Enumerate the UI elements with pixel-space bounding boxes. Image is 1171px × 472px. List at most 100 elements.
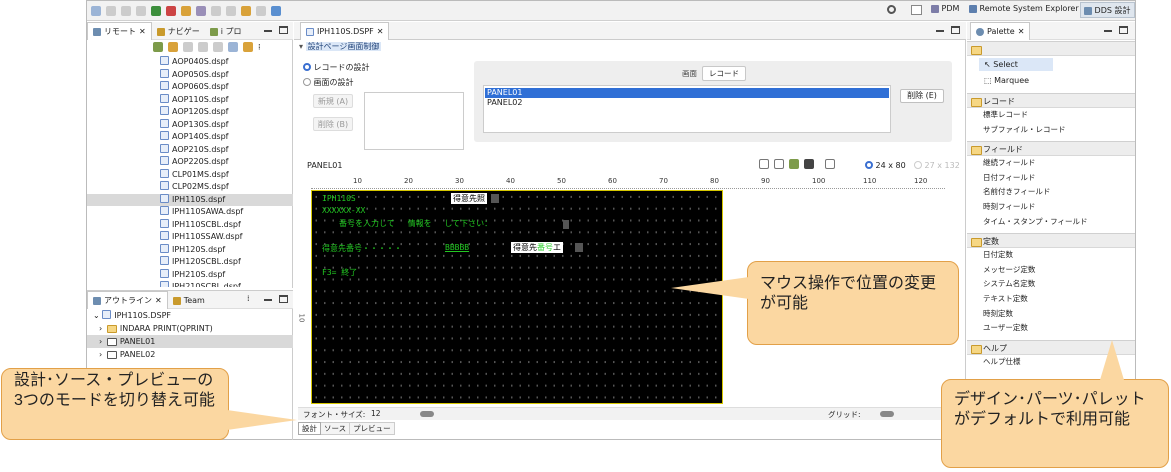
minimize-icon[interactable] xyxy=(936,30,944,32)
collapse-icon[interactable] xyxy=(228,42,238,52)
outline-child[interactable]: › INDARA PRINT(QPRINT) xyxy=(99,322,213,335)
new-icon[interactable] xyxy=(91,6,101,16)
palette-marquee-tool[interactable]: ⬚ Marquee xyxy=(979,74,1029,87)
section-header[interactable]: ▾ 設計ページ画面制御 xyxy=(299,41,382,52)
tab-outline[interactable]: アウトライン ✕ xyxy=(87,291,168,309)
save-icon[interactable] xyxy=(106,6,116,16)
screen-name-field[interactable]: 得意先番号エ xyxy=(511,242,563,253)
mode-tab-preview[interactable]: プレビュー xyxy=(350,422,395,435)
palette-select-tool[interactable]: ↖ Select xyxy=(979,58,1053,71)
screen-header-field[interactable]: 得意先照 xyxy=(451,193,487,204)
grid-tool-icon[interactable] xyxy=(804,159,814,169)
back-icon[interactable] xyxy=(241,6,251,16)
file-item[interactable]: CLP02MS.dspf xyxy=(87,181,293,194)
file-item[interactable]: AOP060S.dspf xyxy=(87,81,293,94)
file-item[interactable]: AOP130S.dspf xyxy=(87,118,293,132)
screen-date-field[interactable]: XXXXXX-XX xyxy=(322,206,365,215)
tab-palette[interactable]: Palette ✕ xyxy=(970,22,1031,40)
file-item[interactable]: AOP110S.dspf xyxy=(87,93,293,107)
minimize-icon[interactable] xyxy=(264,299,272,301)
file-item[interactable]: AOP050S.dspf xyxy=(87,68,293,82)
screen-list[interactable] xyxy=(364,92,464,150)
file-item[interactable]: IPH120S.dspf xyxy=(87,243,293,257)
rse-perspective[interactable]: Remote System Explorer xyxy=(969,4,1079,13)
run-icon[interactable] xyxy=(151,6,161,16)
palette-item[interactable]: タイム・スタンプ・フィールド xyxy=(967,215,1135,230)
record-item[interactable]: PANEL02 xyxy=(484,98,890,108)
file-item[interactable]: IPH110S.dspf xyxy=(87,193,293,206)
layout-tool-icon[interactable] xyxy=(825,159,835,169)
file-item[interactable]: AOP120S.dspf xyxy=(87,106,293,119)
file-item[interactable]: IPH110SAWA.dspf xyxy=(87,206,293,219)
mode-tab-source[interactable]: ソース xyxy=(321,422,351,435)
tools-icon[interactable] xyxy=(196,6,206,16)
forward-icon[interactable] xyxy=(256,6,266,16)
file-item[interactable]: CLP01MS.dspf xyxy=(87,168,293,182)
palette-item[interactable]: ユーザー定数 xyxy=(967,321,1135,336)
close-icon[interactable]: ✕ xyxy=(155,296,162,305)
file-item[interactable]: IPH110SCBL.dspf xyxy=(87,218,293,232)
radio-record-design[interactable]: レコードの設計 xyxy=(303,62,370,73)
open-perspective-icon[interactable] xyxy=(911,5,922,15)
delete-button[interactable]: 削除 (E) xyxy=(900,89,944,103)
tab-remote[interactable]: リモート ✕ xyxy=(87,22,152,40)
close-icon[interactable]: ✕ xyxy=(1018,27,1025,36)
pdm-perspective[interactable]: PDM xyxy=(931,4,959,13)
screen-code-field[interactable]: BBBBB xyxy=(445,243,469,252)
print-icon[interactable] xyxy=(136,6,146,16)
edit-icon[interactable] xyxy=(211,6,221,16)
palette-item[interactable]: サブファイル・レコード xyxy=(967,123,1135,138)
back-icon[interactable] xyxy=(183,42,193,52)
mode-tab-design[interactable]: 設計 xyxy=(298,422,321,435)
file-item[interactable]: IPH110SSAW.dspf xyxy=(87,231,293,244)
screen-code-label[interactable]: 得意先番号・・・・・ xyxy=(322,243,402,254)
palette-item[interactable]: メッセージ定数 xyxy=(967,263,1135,278)
palette-item[interactable]: システム名定数 xyxy=(967,277,1135,292)
palette-item[interactable]: 継続フィールド xyxy=(967,156,1135,171)
size-27x132-option[interactable]: 27 x 132 xyxy=(914,161,960,170)
file-item[interactable]: AOP220S.dspf xyxy=(87,156,293,169)
search-icon[interactable] xyxy=(887,5,896,14)
palette-item[interactable]: 標準レコード xyxy=(967,108,1135,123)
field-tool-icon[interactable] xyxy=(774,159,784,169)
file-item[interactable]: IPH210S.dspf xyxy=(87,268,293,282)
palette-section-header[interactable]: レコード xyxy=(967,93,1135,108)
maximize-icon[interactable] xyxy=(1119,26,1128,34)
file-item[interactable]: AOP210S.dspf xyxy=(87,143,293,157)
close-icon[interactable]: ✕ xyxy=(139,27,146,36)
link-icon[interactable] xyxy=(243,42,253,52)
outline-child-selected[interactable]: › PANEL01 xyxy=(87,335,293,348)
toggle-screen[interactable]: 画面 xyxy=(677,67,702,80)
file-item[interactable]: AOP040S.dspf xyxy=(87,56,293,69)
close-icon[interactable]: ✕ xyxy=(377,27,384,36)
toggle-record[interactable]: レコード xyxy=(702,66,746,81)
palette-section-header[interactable]: 定数 xyxy=(967,233,1135,249)
tab-iph110s[interactable]: IPH110S.DSPF ✕ xyxy=(300,22,390,40)
delete-left-button[interactable]: 削除 (B) xyxy=(313,117,353,131)
palette-item[interactable]: 日付定数 xyxy=(967,248,1135,263)
record-item-selected[interactable]: PANEL01 xyxy=(485,88,889,98)
format-tool-icon[interactable] xyxy=(789,159,799,169)
tab-iproject[interactable]: i プロ xyxy=(205,23,247,41)
add-button[interactable]: 新規 (A) xyxy=(313,94,353,108)
tab-navigator[interactable]: ナビゲー xyxy=(152,23,205,41)
maximize-icon[interactable] xyxy=(279,295,288,303)
select-tool-icon[interactable] xyxy=(759,159,769,169)
minimize-icon[interactable] xyxy=(1104,30,1112,32)
palette-item[interactable]: 日付フィールド xyxy=(967,171,1135,186)
file-item[interactable]: IPH210SCBL.dspf xyxy=(87,281,293,287)
file-item[interactable]: AOP140S.dspf xyxy=(87,131,293,144)
tab-team[interactable]: Team xyxy=(168,292,210,310)
up-icon[interactable] xyxy=(213,42,223,52)
screen-program-name[interactable]: IPH110S xyxy=(322,194,356,203)
screen-f3-label[interactable]: F3= 終了 xyxy=(322,267,357,278)
screen-instruction[interactable]: 番号を入力して 情報を して下さい： xyxy=(339,218,492,229)
refresh-icon[interactable] xyxy=(168,42,178,52)
outline-child[interactable]: › PANEL02 xyxy=(99,348,155,361)
palette-tools-header[interactable] xyxy=(967,41,1135,56)
wand-icon[interactable] xyxy=(181,6,191,16)
palette-item[interactable]: テキスト定数 xyxy=(967,292,1135,307)
maximize-icon[interactable] xyxy=(279,26,288,34)
view-menu-icon[interactable]: ⁞ xyxy=(258,43,261,52)
save-all-icon[interactable] xyxy=(121,6,131,16)
